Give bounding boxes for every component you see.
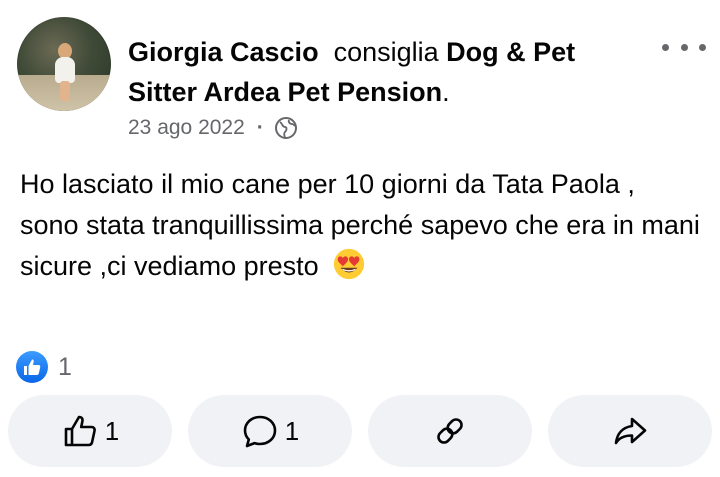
- more-options-icon[interactable]: [662, 36, 706, 58]
- action-bar: 1 1: [8, 395, 712, 467]
- like-thumb-glyph: [24, 359, 41, 375]
- recommend-verb: consiglia: [333, 37, 439, 67]
- more-dot: [680, 43, 688, 51]
- avatar-figure-legs: [60, 81, 70, 101]
- post-date[interactable]: 23 ago 2022: [128, 116, 245, 140]
- header-period: .: [442, 77, 450, 107]
- avatar-figure-dress: [55, 57, 75, 83]
- globe-icon[interactable]: [274, 116, 298, 140]
- comment-count: 1: [284, 415, 300, 446]
- comment-button[interactable]: 1: [188, 395, 352, 467]
- more-dot: [699, 43, 706, 51]
- more-dot: [662, 43, 669, 51]
- heart-eyes-emoji: [334, 248, 365, 280]
- meta-separator: ·: [256, 116, 264, 139]
- post-body: Ho lasciato il mio cane per 10 giorni da…: [20, 164, 700, 287]
- post-header: Giorgia Cascio consiglia Dog & Pet Sitte…: [128, 32, 648, 112]
- like-button[interactable]: 1: [8, 395, 172, 467]
- link-icon: [437, 418, 463, 444]
- copy-link-button[interactable]: [368, 395, 532, 467]
- author-avatar[interactable]: [17, 17, 111, 111]
- share-arrow-icon: [614, 417, 647, 445]
- like-icon: [16, 351, 48, 383]
- thumbs-up-icon: [64, 415, 96, 447]
- reaction-count: 1: [58, 352, 72, 381]
- author-name[interactable]: Giorgia Cascio: [128, 37, 319, 67]
- like-count: 1: [104, 415, 120, 446]
- comment-bubble-icon: [243, 415, 277, 448]
- post-meta: 23 ago 2022 ·: [128, 116, 298, 140]
- reaction-summary[interactable]: 1: [16, 351, 72, 383]
- share-button[interactable]: [548, 395, 712, 467]
